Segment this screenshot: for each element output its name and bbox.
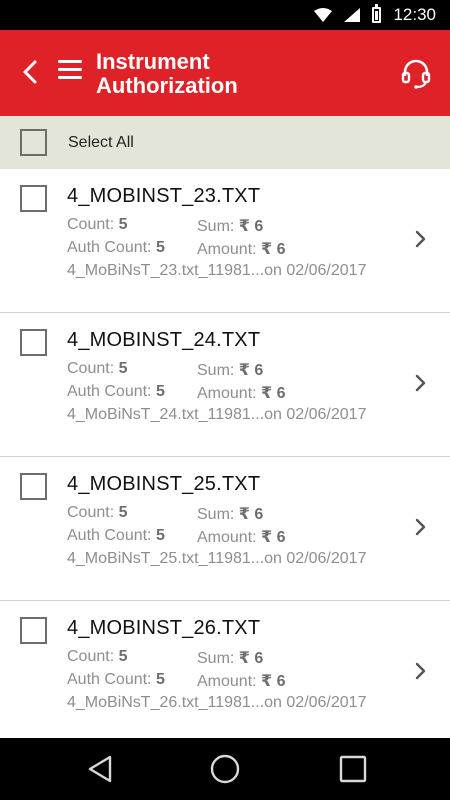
- item-amount: Amount: ₹ 6: [197, 241, 286, 258]
- select-all-checkbox[interactable]: [20, 129, 47, 156]
- status-time: 12:30: [393, 5, 436, 24]
- item-sum: Sum: ₹ 6: [197, 650, 264, 667]
- item-checkbox[interactable]: [20, 329, 47, 356]
- status-bar: 12:30: [0, 0, 450, 30]
- battery-icon: [372, 4, 382, 23]
- item-count: Count: 5: [67, 504, 128, 521]
- item-amount: Amount: ₹ 6: [197, 529, 286, 546]
- item-count: Count: 5: [67, 648, 128, 665]
- chevron-right-icon[interactable]: [412, 517, 428, 537]
- item-count: Count: 5: [67, 216, 128, 233]
- nav-back-icon[interactable]: [84, 752, 118, 786]
- select-all-bar: Select All: [0, 116, 450, 169]
- item-file-name: 4_MOBINST_23.TXT: [67, 185, 261, 207]
- item-sum: Sum: ₹ 6: [197, 362, 264, 379]
- wifi-icon: [314, 8, 333, 22]
- item-sum: Sum: ₹ 6: [197, 218, 264, 235]
- item-sum: Sum: ₹ 6: [197, 506, 264, 523]
- item-auth-count: Auth Count: 5: [67, 383, 165, 400]
- item-file-name: 4_MOBINST_24.TXT: [67, 329, 261, 351]
- item-auth-count: Auth Count: 5: [67, 239, 165, 256]
- item-file-line: 4_MoBiNsT_24.txt_11981...on 02/06/2017: [67, 406, 367, 423]
- signal-icon: [344, 8, 361, 22]
- nav-recents-icon[interactable]: [336, 752, 370, 786]
- select-all-label: Select All: [68, 134, 134, 151]
- item-checkbox[interactable]: [20, 617, 47, 644]
- chevron-right-icon[interactable]: [412, 661, 428, 681]
- item-file-name: 4_MOBINST_26.TXT: [67, 617, 261, 639]
- item-checkbox[interactable]: [20, 185, 47, 212]
- list-item[interactable]: 4_MOBINST_23.TXT Count: 5 Sum: ₹ 6 Auth …: [0, 169, 450, 313]
- page-title-line1: Instrument: [96, 49, 210, 74]
- item-file-line: 4_MoBiNsT_26.txt_11981...on 02/06/2017: [67, 694, 367, 711]
- headset-support-icon[interactable]: [400, 58, 432, 90]
- list-item[interactable]: 4_MOBINST_25.TXT Count: 5 Sum: ₹ 6 Auth …: [0, 457, 450, 601]
- instrument-list: 4_MOBINST_23.TXT Count: 5 Sum: ₹ 6 Auth …: [0, 169, 450, 738]
- app-bar: Instrument Authorization: [0, 30, 450, 116]
- chevron-left-icon[interactable]: [18, 58, 42, 86]
- list-item[interactable]: 4_MOBINST_24.TXT Count: 5 Sum: ₹ 6 Auth …: [0, 313, 450, 457]
- item-amount: Amount: ₹ 6: [197, 673, 286, 690]
- chevron-right-icon[interactable]: [412, 229, 428, 249]
- nav-home-icon[interactable]: [208, 752, 242, 786]
- page-title: Instrument Authorization: [96, 50, 376, 98]
- item-checkbox[interactable]: [20, 473, 47, 500]
- item-file-line: 4_MoBiNsT_23.txt_11981...on 02/06/2017: [67, 262, 367, 279]
- navigation-bar: [0, 738, 450, 800]
- hamburger-menu-icon[interactable]: [58, 60, 82, 84]
- item-count: Count: 5: [67, 360, 128, 377]
- item-amount: Amount: ₹ 6: [197, 385, 286, 402]
- item-file-name: 4_MOBINST_25.TXT: [67, 473, 261, 495]
- item-auth-count: Auth Count: 5: [67, 527, 165, 544]
- list-item[interactable]: 4_MOBINST_26.TXT Count: 5 Sum: ₹ 6 Auth …: [0, 601, 450, 738]
- page-title-line2: Authorization: [96, 73, 238, 98]
- item-file-line: 4_MoBiNsT_25.txt_11981...on 02/06/2017: [67, 550, 367, 567]
- chevron-right-icon[interactable]: [412, 373, 428, 393]
- item-auth-count: Auth Count: 5: [67, 671, 165, 688]
